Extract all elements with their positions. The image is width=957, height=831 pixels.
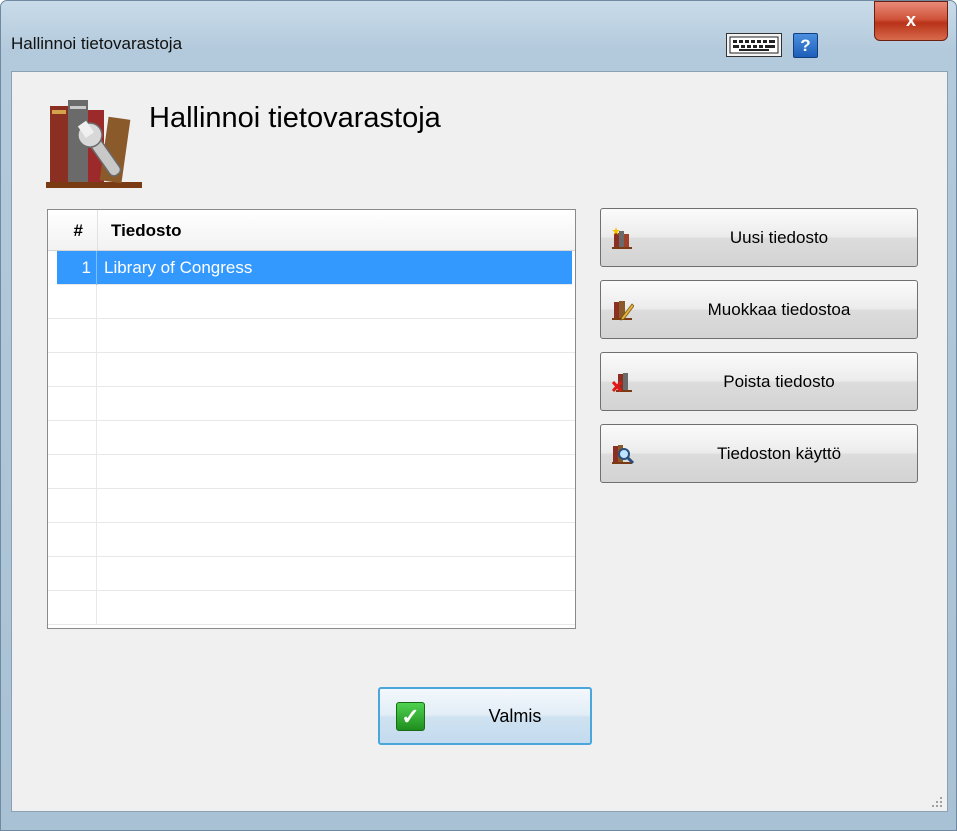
delete-file-button[interactable]: Poista tiedosto — [600, 352, 918, 411]
row-file-name — [97, 421, 575, 455]
row-number — [48, 591, 97, 625]
file-usage-button[interactable]: Tiedoston käyttö — [600, 424, 918, 483]
table-row[interactable] — [48, 353, 575, 387]
row-file-name — [97, 523, 575, 557]
row-file-name — [97, 319, 575, 353]
row-file-name — [97, 591, 575, 625]
row-number: 1 — [57, 251, 97, 285]
table-row[interactable]: 1 Library of Congress — [57, 251, 572, 285]
inspect-book-icon — [612, 443, 635, 465]
row-number — [48, 353, 97, 387]
delete-book-icon — [611, 371, 634, 393]
table-row[interactable] — [48, 557, 575, 591]
keyboard-icon[interactable] — [726, 33, 782, 57]
window-title: Hallinnoi tietovarastoja — [11, 34, 183, 53]
row-number — [48, 489, 97, 523]
checkmark-icon: ✓ — [396, 702, 425, 731]
row-number — [48, 523, 97, 557]
edit-file-button[interactable]: Muokkaa tiedostoa — [600, 280, 918, 339]
dialog-window: Hallinnoi tietovarastoja ? x Hallinnoi t… — [0, 0, 957, 831]
row-file-name: Library of Congress — [104, 258, 253, 277]
row-file-name — [97, 455, 575, 489]
new-file-label: Uusi tiedosto — [729, 228, 829, 247]
row-file-name — [97, 489, 575, 523]
table-row[interactable] — [48, 489, 575, 523]
done-label: Valmis — [488, 706, 542, 726]
column-header-number[interactable]: # — [48, 210, 97, 250]
new-book-icon — [612, 227, 634, 249]
column-header-file[interactable]: Tiedosto — [97, 210, 575, 250]
resize-grip-icon[interactable] — [931, 796, 943, 808]
list-rows: 1 Library of Congress — [48, 251, 575, 625]
row-number — [48, 387, 97, 421]
page-title: Hallinnoi tietovarastoja — [149, 102, 441, 134]
row-number — [48, 285, 97, 319]
row-file-name — [97, 387, 575, 421]
row-number — [48, 455, 97, 489]
row-file-name — [97, 285, 575, 319]
edit-book-icon — [612, 299, 635, 321]
file-usage-label: Tiedoston käyttö — [716, 444, 842, 463]
delete-file-label: Poista tiedosto — [723, 372, 835, 391]
library-tools-icon — [46, 100, 142, 190]
table-row[interactable] — [48, 319, 575, 353]
table-row[interactable] — [48, 455, 575, 489]
list-header: # Tiedosto — [48, 210, 575, 251]
help-icon[interactable]: ? — [793, 33, 818, 58]
close-button[interactable]: x — [874, 1, 948, 41]
row-number — [48, 319, 97, 353]
row-file-name — [97, 557, 575, 591]
table-row[interactable] — [48, 523, 575, 557]
table-row[interactable] — [48, 421, 575, 455]
edit-file-label: Muokkaa tiedostoa — [707, 300, 851, 319]
row-file-name — [97, 353, 575, 387]
new-file-button[interactable]: Uusi tiedosto — [600, 208, 918, 267]
row-number — [48, 421, 97, 455]
table-row[interactable] — [48, 591, 575, 625]
file-list[interactable]: # Tiedosto 1 Library of Congress — [47, 209, 576, 629]
table-row[interactable] — [48, 285, 575, 319]
done-button[interactable]: ✓ Valmis — [378, 687, 592, 745]
row-number — [48, 557, 97, 591]
title-bar: Hallinnoi tietovarastoja ? x — [1, 1, 956, 71]
table-row[interactable] — [48, 387, 575, 421]
dialog-body: Hallinnoi tietovarastoja # Tiedosto 1 Lib… — [11, 71, 948, 812]
